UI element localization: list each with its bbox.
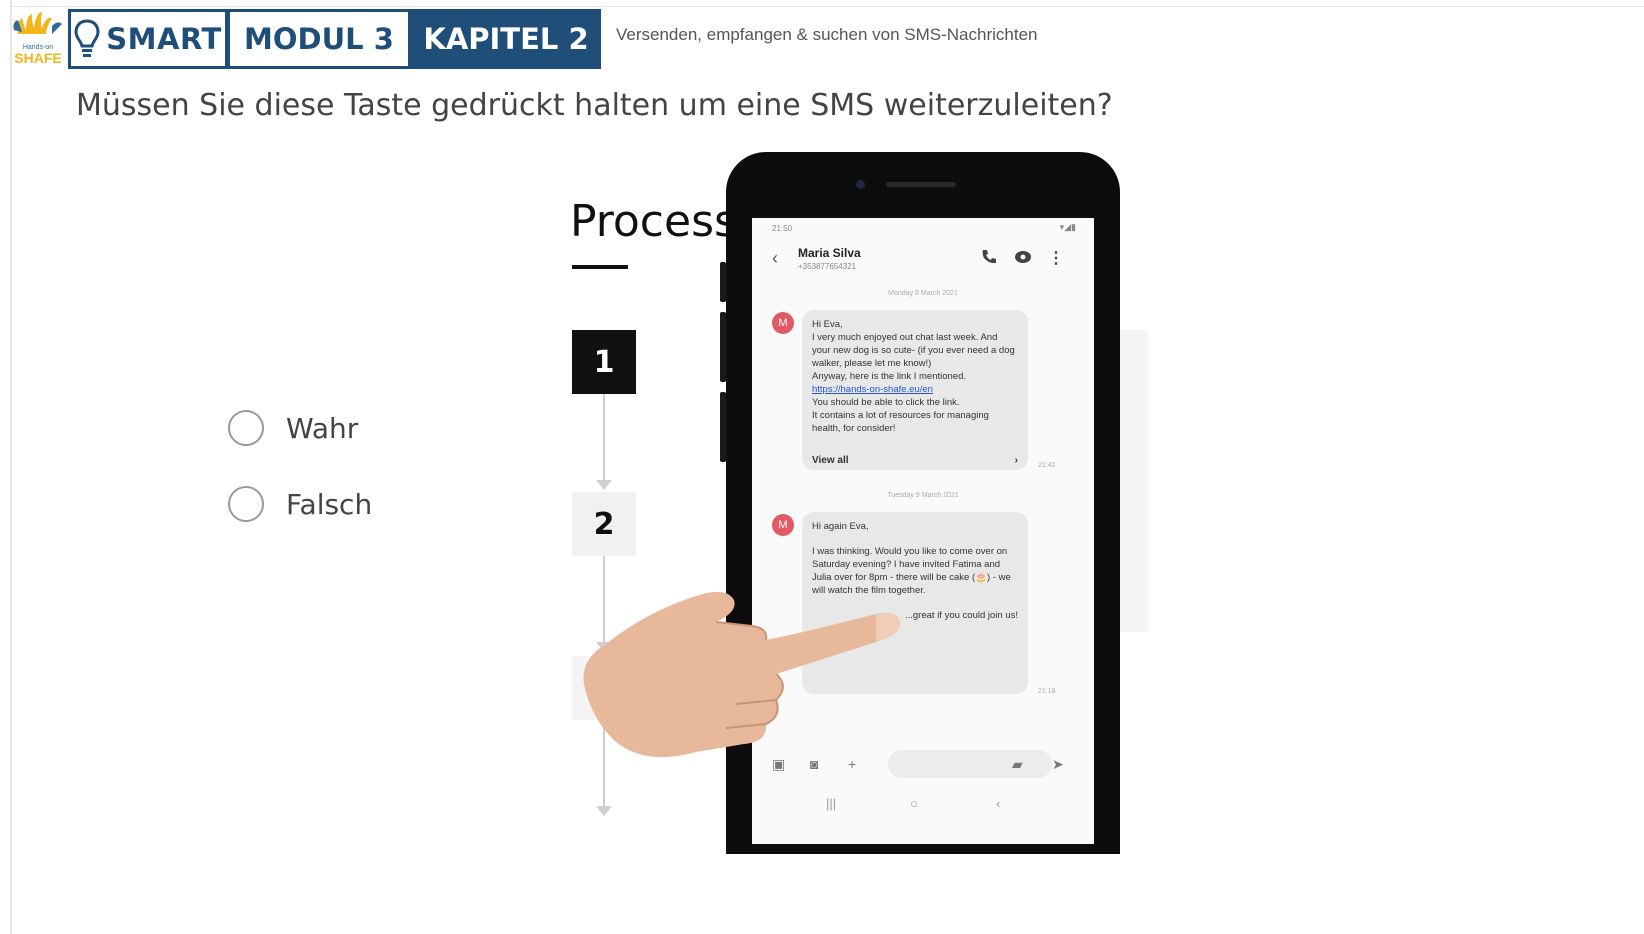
- message-input[interactable]: [888, 750, 1052, 778]
- step-2: 2: [572, 492, 636, 556]
- contact-name: Maria Silva: [798, 246, 861, 260]
- chapter-label: KAPITEL 2: [423, 22, 589, 56]
- avatar: M: [772, 514, 794, 536]
- send-icon[interactable]: ➤: [1052, 756, 1064, 773]
- phone-side-button: [720, 392, 726, 462]
- message-line: It contains a lot of resources for manag…: [812, 410, 989, 434]
- down-arrow-icon: [596, 806, 612, 816]
- chevron-right-icon: ›: [1014, 455, 1018, 466]
- view-all-row[interactable]: View all ›: [802, 444, 1028, 470]
- message-date: Tuesday 9 March 2021: [887, 492, 959, 499]
- message-line: Hi Eva,: [812, 319, 843, 330]
- svg-text:SHAFE: SHAFE: [14, 50, 61, 66]
- hand-pointing-icon: [583, 591, 901, 758]
- recent-apps-icon[interactable]: |||: [826, 796, 836, 811]
- chapter-tab: KAPITEL 2: [411, 9, 601, 69]
- down-arrow-icon: [596, 480, 612, 490]
- message-line: You should be able to click the link.: [812, 397, 960, 408]
- home-icon[interactable]: ○: [910, 796, 918, 811]
- phone-side-button: [720, 262, 726, 302]
- phone-call-icon: [982, 250, 996, 264]
- chapter-subtitle: Versenden, empfangen & suchen von SMS-Na…: [616, 25, 1038, 44]
- process-title: Process: [570, 196, 737, 247]
- message-link[interactable]: https://hands-on-shafe.eu/en: [812, 383, 1018, 396]
- sticker-icon[interactable]: ▰: [1012, 756, 1023, 773]
- question-text: Müssen Sie diese Taste gedrückt halten u…: [76, 88, 1113, 123]
- video-call-icon: [1015, 251, 1031, 263]
- smart-label: SMART: [106, 22, 222, 56]
- page-frame-top: [10, 6, 1644, 7]
- module-tab: MODUL 3: [227, 9, 411, 69]
- hands-on-shafe-logo: Hands-on SHAFE: [13, 12, 62, 66]
- message-greeting: Hi again Eva,: [812, 521, 869, 532]
- message-line: I very much enjoyed out chat last week. …: [812, 332, 1015, 369]
- android-nav-bar: ||| ○ ‹: [752, 790, 1094, 820]
- front-camera: [856, 180, 865, 189]
- smart-tab: SMART: [68, 9, 228, 69]
- option-label: Wahr: [286, 411, 359, 445]
- option-label: Falsch: [286, 487, 373, 521]
- back-arrow-icon: ‹: [772, 248, 778, 268]
- option-false[interactable]: Falsch: [228, 486, 372, 522]
- module-label: MODUL 3: [244, 22, 394, 56]
- process-underline: [572, 265, 628, 269]
- radio-button[interactable]: [228, 410, 264, 446]
- phone-side-button: [720, 312, 726, 382]
- avatar: M: [772, 312, 794, 334]
- radio-button[interactable]: [228, 486, 264, 522]
- option-true[interactable]: Wahr: [228, 410, 358, 446]
- more-options-icon: ⋮: [1048, 250, 1064, 267]
- message-line: Anyway, here is the link I mentioned.: [812, 371, 967, 382]
- message-date: Monday 8 March 2021: [888, 290, 958, 297]
- lightbulb-icon: [74, 19, 100, 57]
- step-1: 1: [572, 330, 636, 394]
- nav-back-icon[interactable]: ‹: [996, 796, 1000, 811]
- step-connector: [603, 394, 605, 480]
- chapter-banner: SMART MODUL 3 KAPITEL 2: [68, 9, 601, 69]
- message-time: 21:18: [1038, 688, 1056, 695]
- page-frame-left: [10, 0, 12, 934]
- message-time: 21:42: [1038, 462, 1056, 469]
- status-time: 21:50: [772, 224, 793, 233]
- phone-speaker: [886, 182, 956, 187]
- view-all-label: View all: [812, 455, 849, 466]
- signal-battery-icon: ▾◢▮: [1059, 222, 1076, 232]
- contact-number: +353877654321: [798, 262, 857, 271]
